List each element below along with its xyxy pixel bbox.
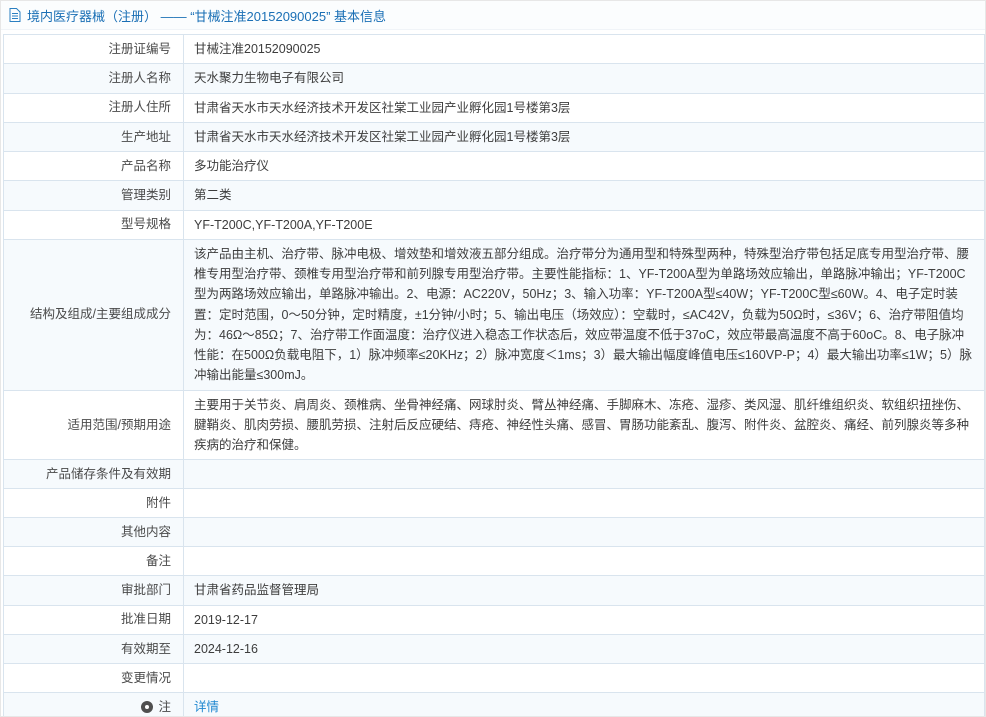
note-icon (141, 701, 153, 713)
note-label-text: 注 (158, 698, 171, 717)
row-label: 产品储存条件及有效期 (4, 460, 184, 489)
table-row: 管理类别 第二类 (4, 181, 985, 210)
table-row: 生产地址 甘肃省天水市天水经济技术开发区社棠工业园产业孵化园1号楼第3层 (4, 122, 985, 151)
row-value (184, 664, 985, 693)
row-label: 备注 (4, 547, 184, 576)
row-value (184, 547, 985, 576)
row-value: 该产品由主机、治疗带、脉冲电极、增效垫和增效液五部分组成。治疗带分为通用型和特殊… (184, 239, 985, 390)
table-row: 注册人住所 甘肃省天水市天水经济技术开发区社棠工业园产业孵化园1号楼第3层 (4, 93, 985, 122)
details-link[interactable]: 详情 (194, 700, 219, 714)
table-row: 适用范围/预期用途 主要用于关节炎、肩周炎、颈椎病、坐骨神经痛、网球肘炎、臂丛神… (4, 390, 985, 460)
row-value (184, 489, 985, 518)
page-header: 境内医疗器械（注册） —— “甘械注准20152090025” 基本信息 (1, 1, 985, 30)
row-label: 审批部门 (4, 576, 184, 605)
row-value (184, 460, 985, 489)
info-table: 注册证编号 甘械注准20152090025 注册人名称 天水聚力生物电子有限公司… (3, 34, 985, 717)
row-value: 2019-12-17 (184, 605, 985, 634)
row-value: 多功能治疗仪 (184, 152, 985, 181)
row-label: 适用范围/预期用途 (4, 390, 184, 460)
row-value: 甘肃省天水市天水经济技术开发区社棠工业园产业孵化园1号楼第3层 (184, 122, 985, 151)
row-label: 生产地址 (4, 122, 184, 151)
table-row: 产品储存条件及有效期 (4, 460, 985, 489)
row-label: 注册证编号 (4, 35, 184, 64)
row-label: 变更情况 (4, 664, 184, 693)
table-row: 有效期至 2024-12-16 (4, 634, 985, 663)
registration-info-page: 境内医疗器械（注册） —— “甘械注准20152090025” 基本信息 注册证… (0, 0, 986, 717)
table-row-note: 注 详情 (4, 693, 985, 717)
table-row: 型号规格 YF-T200C,YF-T200A,YF-T200E (4, 210, 985, 239)
row-value: 第二类 (184, 181, 985, 210)
row-value: 2024-12-16 (184, 634, 985, 663)
row-label: 结构及组成/主要组成成分 (4, 239, 184, 390)
row-value: 甘肃省药品监督管理局 (184, 576, 985, 605)
row-label: 批准日期 (4, 605, 184, 634)
document-icon (9, 8, 21, 22)
table-row: 附件 (4, 489, 985, 518)
row-label: 注册人住所 (4, 93, 184, 122)
row-label: 注 (4, 693, 184, 717)
table-row: 备注 (4, 547, 985, 576)
table-row: 变更情况 (4, 664, 985, 693)
row-label: 注册人名称 (4, 64, 184, 93)
row-value: 详情 (184, 693, 985, 717)
table-row: 其他内容 (4, 518, 985, 547)
page-title: 境内医疗器械（注册） —— “甘械注准20152090025” 基本信息 (27, 6, 386, 25)
table-row: 审批部门 甘肃省药品监督管理局 (4, 576, 985, 605)
row-value: 主要用于关节炎、肩周炎、颈椎病、坐骨神经痛、网球肘炎、臂丛神经痛、手脚麻木、冻疮… (184, 390, 985, 460)
row-value: 天水聚力生物电子有限公司 (184, 64, 985, 93)
row-label: 其他内容 (4, 518, 184, 547)
row-value: YF-T200C,YF-T200A,YF-T200E (184, 210, 985, 239)
row-label: 产品名称 (4, 152, 184, 181)
row-label: 附件 (4, 489, 184, 518)
table-row: 结构及组成/主要组成成分 该产品由主机、治疗带、脉冲电极、增效垫和增效液五部分组… (4, 239, 985, 390)
row-value: 甘肃省天水市天水经济技术开发区社棠工业园产业孵化园1号楼第3层 (184, 93, 985, 122)
table-row: 注册证编号 甘械注准20152090025 (4, 35, 985, 64)
table-row: 注册人名称 天水聚力生物电子有限公司 (4, 64, 985, 93)
row-value: 甘械注准20152090025 (184, 35, 985, 64)
table-row: 产品名称 多功能治疗仪 (4, 152, 985, 181)
table-row: 批准日期 2019-12-17 (4, 605, 985, 634)
row-value (184, 518, 985, 547)
row-label: 有效期至 (4, 634, 184, 663)
row-label: 型号规格 (4, 210, 184, 239)
row-label: 管理类别 (4, 181, 184, 210)
